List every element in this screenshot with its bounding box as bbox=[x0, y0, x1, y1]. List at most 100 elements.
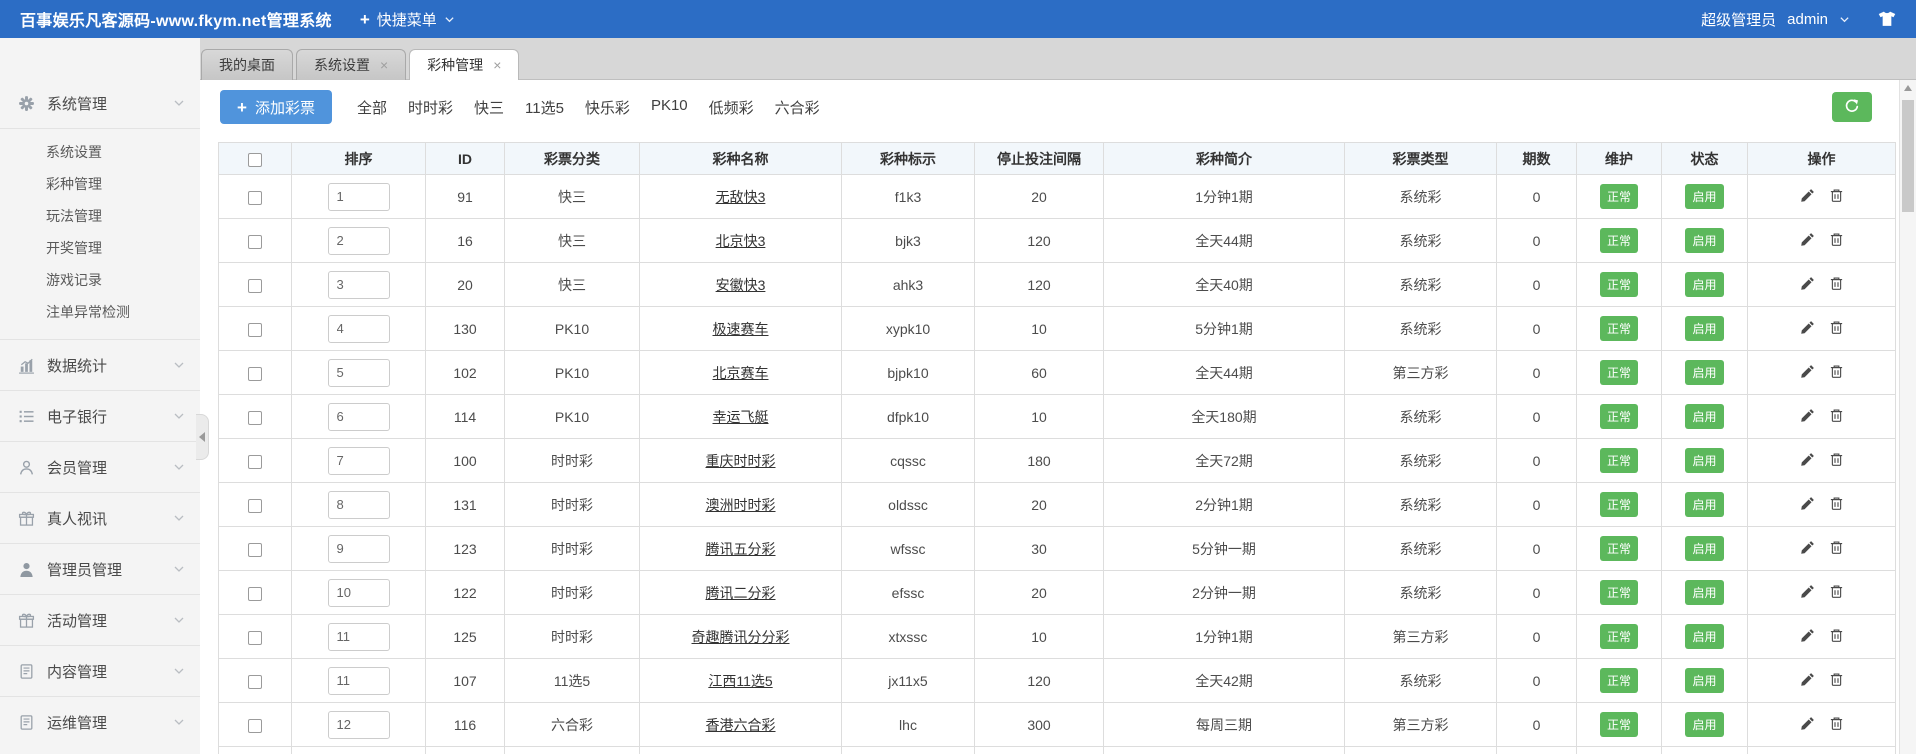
sidebar-item[interactable]: 游戏记录 bbox=[0, 264, 200, 296]
sort-input[interactable] bbox=[327, 182, 390, 211]
category-filter[interactable]: 全部 bbox=[357, 97, 387, 118]
sidebar-header-admin-management[interactable]: 管理员管理 bbox=[0, 544, 200, 594]
sort-input[interactable] bbox=[327, 226, 390, 255]
delete-icon[interactable] bbox=[1829, 189, 1844, 206]
row-checkbox[interactable] bbox=[248, 718, 262, 733]
maintain-badge[interactable]: 正常 bbox=[1599, 272, 1638, 297]
sidebar-header-ops-management[interactable]: 运维管理 bbox=[0, 697, 200, 747]
lottery-name-link[interactable]: 腾讯五分彩 bbox=[706, 541, 776, 557]
sidebar-item[interactable]: 玩法管理 bbox=[0, 200, 200, 232]
scroll-up-button[interactable] bbox=[1900, 80, 1916, 96]
sort-input[interactable] bbox=[327, 358, 390, 387]
delete-icon[interactable] bbox=[1829, 233, 1844, 250]
maintain-badge[interactable]: 正常 bbox=[1599, 448, 1638, 473]
lottery-name-link[interactable]: 重庆时时彩 bbox=[706, 453, 776, 469]
tab-close-icon[interactable]: × bbox=[493, 58, 501, 72]
sort-input[interactable] bbox=[327, 666, 390, 695]
lottery-name-link[interactable]: 极速赛车 bbox=[713, 321, 769, 337]
lottery-name-link[interactable]: 北京赛车 bbox=[713, 365, 769, 381]
lottery-name-link[interactable]: 北京快3 bbox=[716, 233, 766, 249]
maintain-badge[interactable]: 正常 bbox=[1599, 624, 1638, 649]
row-checkbox[interactable] bbox=[248, 498, 262, 513]
delete-icon[interactable] bbox=[1829, 541, 1844, 558]
row-checkbox[interactable] bbox=[248, 278, 262, 293]
sort-input[interactable] bbox=[327, 446, 390, 475]
edit-icon[interactable] bbox=[1800, 672, 1815, 690]
status-badge[interactable]: 启用 bbox=[1685, 580, 1724, 605]
edit-icon[interactable] bbox=[1800, 364, 1815, 382]
status-badge[interactable]: 启用 bbox=[1685, 404, 1724, 429]
delete-icon[interactable] bbox=[1829, 717, 1844, 734]
status-badge[interactable]: 启用 bbox=[1685, 360, 1724, 385]
sidebar-header-member-management[interactable]: 会员管理 bbox=[0, 442, 200, 492]
lottery-name-link[interactable]: 奇趣腾讯分分彩 bbox=[692, 629, 790, 645]
maintain-badge[interactable]: 正常 bbox=[1599, 536, 1638, 561]
category-filter[interactable]: 六合彩 bbox=[775, 97, 820, 118]
sort-input[interactable] bbox=[327, 710, 390, 739]
delete-icon[interactable] bbox=[1829, 277, 1844, 294]
edit-icon[interactable] bbox=[1800, 496, 1815, 514]
category-filter[interactable]: 低频彩 bbox=[709, 97, 754, 118]
sidebar-header-content-management[interactable]: 内容管理 bbox=[0, 646, 200, 696]
status-badge[interactable]: 启用 bbox=[1685, 492, 1724, 517]
sidebar-item[interactable]: 系统设置 bbox=[0, 136, 200, 168]
tab-my-desktop[interactable]: 我的桌面 bbox=[201, 49, 293, 80]
tab-system-settings[interactable]: 系统设置 × bbox=[296, 49, 407, 80]
sort-input[interactable] bbox=[327, 578, 390, 607]
delete-icon[interactable] bbox=[1829, 629, 1844, 646]
row-checkbox[interactable] bbox=[248, 542, 262, 557]
maintain-badge[interactable]: 正常 bbox=[1599, 492, 1638, 517]
delete-icon[interactable] bbox=[1829, 453, 1844, 470]
vertical-scrollbar[interactable] bbox=[1899, 80, 1916, 754]
sidebar-header-system-management[interactable]: 系统管理 bbox=[0, 78, 200, 128]
edit-icon[interactable] bbox=[1800, 584, 1815, 602]
lottery-name-link[interactable]: 香港六合彩 bbox=[706, 717, 776, 733]
lottery-name-link[interactable]: 无敌快3 bbox=[716, 189, 766, 205]
sort-input[interactable] bbox=[327, 534, 390, 563]
sidebar-item[interactable]: 彩种管理 bbox=[0, 168, 200, 200]
edit-icon[interactable] bbox=[1800, 232, 1815, 250]
sidebar-header-e-banking[interactable]: 电子银行 bbox=[0, 391, 200, 441]
sort-input[interactable] bbox=[327, 402, 390, 431]
sort-input[interactable] bbox=[327, 314, 390, 343]
category-filter[interactable]: 快三 bbox=[474, 97, 504, 118]
maintain-badge[interactable]: 正常 bbox=[1599, 228, 1638, 253]
sidebar-header-activity-management[interactable]: 活动管理 bbox=[0, 595, 200, 645]
edit-icon[interactable] bbox=[1800, 188, 1815, 206]
sidebar-collapse-handle[interactable] bbox=[196, 414, 209, 460]
status-badge[interactable]: 启用 bbox=[1685, 668, 1724, 693]
maintain-badge[interactable]: 正常 bbox=[1599, 712, 1638, 737]
refresh-button[interactable] bbox=[1832, 92, 1872, 122]
lottery-name-link[interactable]: 江西11选5 bbox=[708, 673, 772, 689]
lottery-name-link[interactable]: 安徽快3 bbox=[716, 277, 766, 293]
delete-icon[interactable] bbox=[1829, 365, 1844, 382]
status-badge[interactable]: 启用 bbox=[1685, 536, 1724, 561]
select-all-checkbox[interactable] bbox=[248, 152, 262, 167]
maintain-badge[interactable]: 正常 bbox=[1599, 668, 1638, 693]
tab-close-icon[interactable]: × bbox=[380, 58, 388, 72]
scrollbar-thumb[interactable] bbox=[1902, 100, 1914, 212]
delete-icon[interactable] bbox=[1829, 321, 1844, 338]
row-checkbox[interactable] bbox=[248, 234, 262, 249]
status-badge[interactable]: 启用 bbox=[1685, 184, 1724, 209]
status-badge[interactable]: 启用 bbox=[1685, 272, 1724, 297]
lottery-name-link[interactable]: 澳洲时时彩 bbox=[706, 497, 776, 513]
sidebar-header-live-video[interactable]: 真人视讯 bbox=[0, 493, 200, 543]
maintain-badge[interactable]: 正常 bbox=[1599, 404, 1638, 429]
edit-icon[interactable] bbox=[1800, 408, 1815, 426]
maintain-badge[interactable]: 正常 bbox=[1599, 184, 1638, 209]
edit-icon[interactable] bbox=[1800, 452, 1815, 470]
row-checkbox[interactable] bbox=[248, 366, 262, 381]
add-lottery-button[interactable]: + 添加彩票 bbox=[220, 90, 332, 124]
category-filter[interactable]: 11选5 bbox=[525, 97, 564, 118]
delete-icon[interactable] bbox=[1829, 497, 1844, 514]
edit-icon[interactable] bbox=[1800, 716, 1815, 734]
row-checkbox[interactable] bbox=[248, 190, 262, 205]
row-checkbox[interactable] bbox=[248, 630, 262, 645]
status-badge[interactable]: 启用 bbox=[1685, 448, 1724, 473]
theme-shirt-icon[interactable] bbox=[1878, 11, 1896, 27]
delete-icon[interactable] bbox=[1829, 673, 1844, 690]
maintain-badge[interactable]: 正常 bbox=[1599, 316, 1638, 341]
sort-input[interactable] bbox=[327, 622, 390, 651]
row-checkbox[interactable] bbox=[248, 674, 262, 689]
